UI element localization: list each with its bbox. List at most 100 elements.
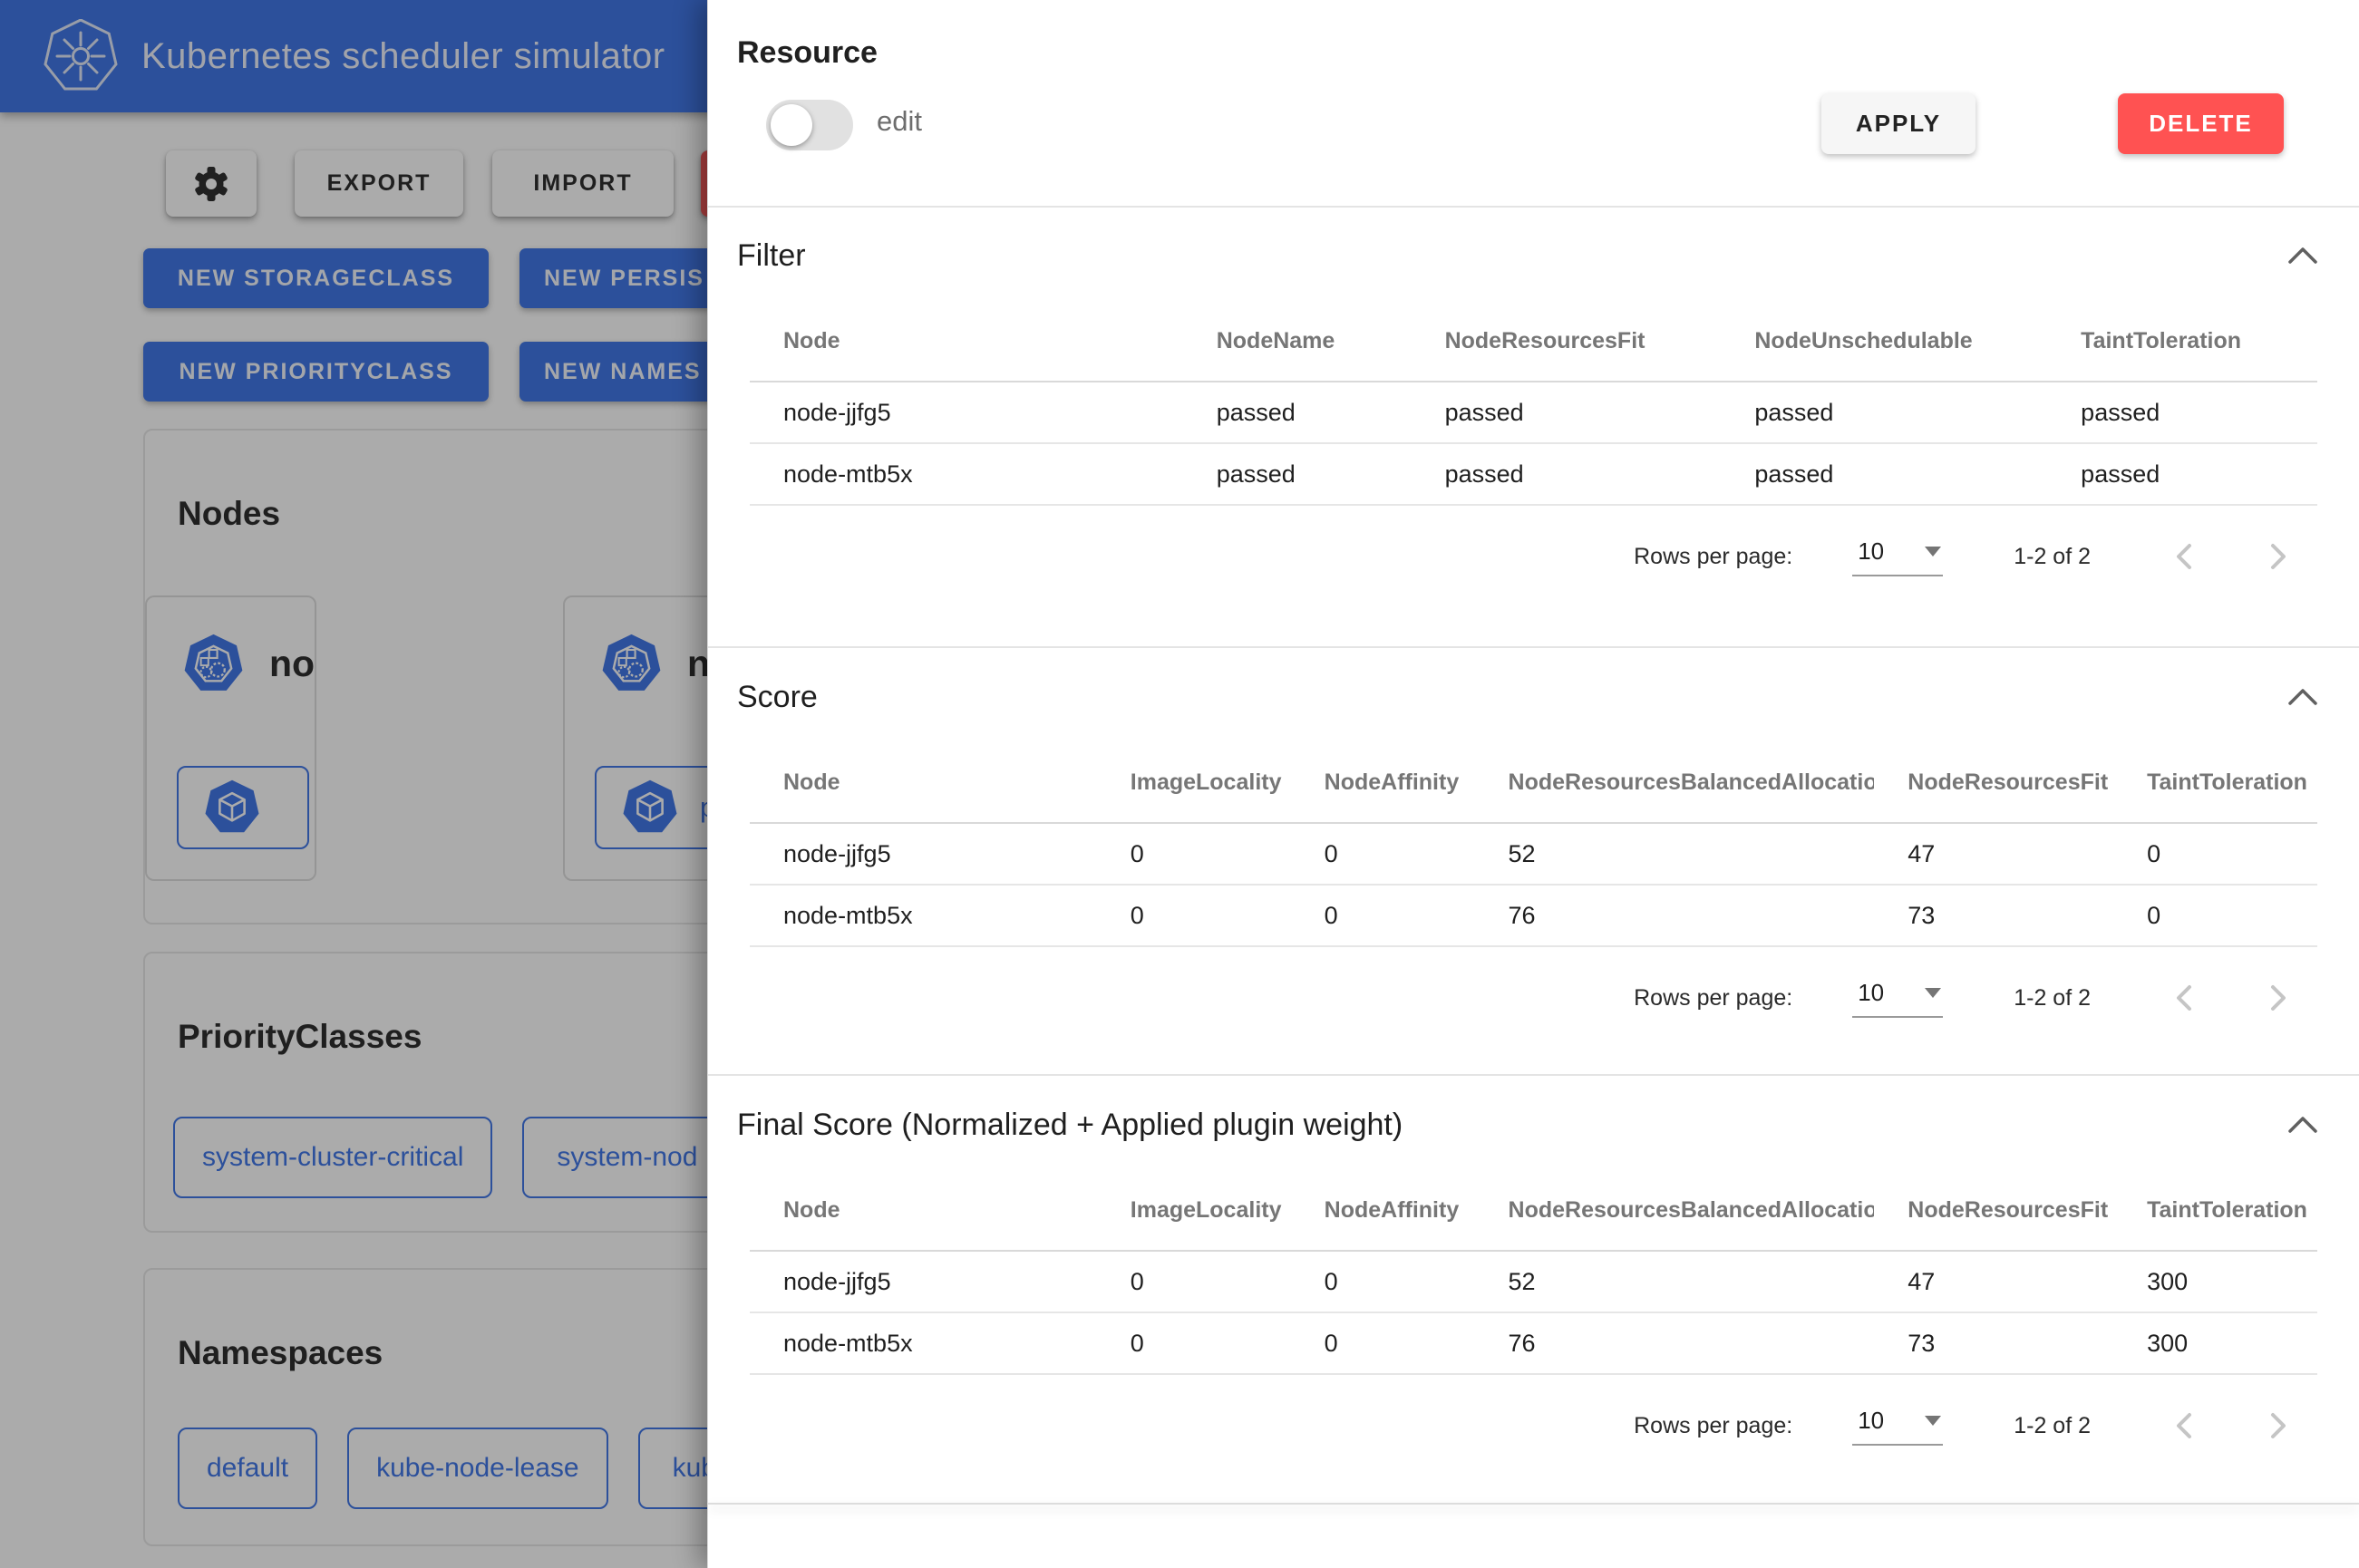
- table-cell: node-mtb5x: [750, 902, 1097, 930]
- column-header[interactable]: TaintToleration: [2047, 328, 2317, 354]
- dropdown-arrow-icon: [1925, 547, 1941, 557]
- next-page-button[interactable]: [2257, 978, 2297, 1018]
- column-header[interactable]: Node: [750, 328, 1183, 354]
- rows-per-page-value: 10: [1858, 1407, 1884, 1435]
- column-header[interactable]: NodeUnschedulable: [1721, 328, 2047, 354]
- score-table: NodeImageLocalityNodeAffinityNodeResourc…: [750, 742, 2317, 947]
- edit-toggle[interactable]: [766, 100, 853, 150]
- table-cell: node-jjfg5: [750, 840, 1097, 868]
- table-cell: 0: [1291, 1268, 1475, 1296]
- edit-toggle-label: edit: [877, 105, 922, 138]
- chevron-left-icon: [2167, 980, 2203, 1016]
- table-cell: 0: [2113, 902, 2317, 930]
- table-cell: 76: [1475, 902, 1875, 930]
- table-cell: passed: [2047, 399, 2317, 427]
- apply-button[interactable]: APPLY: [1821, 93, 1976, 154]
- resource-definition-title: Resource Definition: [737, 1563, 1088, 1568]
- table-cell: passed: [2047, 460, 2317, 489]
- table-cell: passed: [1412, 460, 1722, 489]
- rows-per-page-value: 10: [1858, 979, 1884, 1007]
- score-section: Score NodeImageLocalityNodeAffinityNodeR…: [708, 646, 2359, 1074]
- table-cell: passed: [1183, 399, 1412, 427]
- final-score-section: Final Score (Normalized + Applied plugin…: [708, 1074, 2359, 1503]
- column-header[interactable]: NodeResourcesFit: [1874, 769, 2113, 796]
- next-page-button[interactable]: [2257, 537, 2297, 576]
- table-cell: 0: [1291, 902, 1475, 930]
- rows-per-page-select[interactable]: 10: [1852, 979, 1943, 1018]
- table-row: node-jjfg50052470: [750, 824, 2317, 886]
- table-cell: 73: [1874, 1330, 2113, 1358]
- table-cell: node-mtb5x: [750, 460, 1183, 489]
- table-cell: 76: [1475, 1330, 1875, 1358]
- edit-toggle-knob: [771, 104, 812, 146]
- rows-per-page-label: Rows per page:: [1634, 985, 1792, 1011]
- table-cell: passed: [1721, 399, 2047, 427]
- delete-button[interactable]: DELETE: [2118, 93, 2284, 154]
- chevron-right-icon: [2259, 538, 2296, 575]
- table-cell: 0: [1097, 902, 1291, 930]
- resource-detail-drawer: Resource edit APPLY DELETE Filter NodeNo…: [707, 0, 2359, 1568]
- chevron-right-icon: [2259, 980, 2296, 1016]
- column-header[interactable]: NodeResourcesFit: [1412, 328, 1722, 354]
- column-header[interactable]: NodeAffinity: [1291, 1197, 1475, 1224]
- column-header[interactable]: Node: [750, 1197, 1097, 1224]
- table-cell: passed: [1183, 460, 1412, 489]
- chevron-up-icon: [2286, 685, 2320, 709]
- column-header[interactable]: NodeResourcesBalancedAllocation: [1475, 1197, 1875, 1224]
- rows-per-page-label: Rows per page:: [1634, 544, 1792, 570]
- column-header[interactable]: NodeAffinity: [1291, 769, 1475, 796]
- bottom-section-divider: [708, 1503, 2359, 1505]
- rows-per-page-select[interactable]: 10: [1852, 1407, 1943, 1446]
- chevron-left-icon: [2167, 538, 2203, 575]
- collapse-final-score-button[interactable]: [2283, 1111, 2323, 1138]
- table-row: node-mtb5x0076730: [750, 886, 2317, 947]
- prev-page-button[interactable]: [2165, 978, 2205, 1018]
- prev-page-button[interactable]: [2165, 1406, 2205, 1446]
- table-cell: passed: [1721, 460, 2047, 489]
- table-cell: 300: [2113, 1330, 2317, 1358]
- table-cell: 0: [1291, 840, 1475, 868]
- table-cell: 52: [1475, 1268, 1875, 1296]
- collapse-filter-button[interactable]: [2283, 242, 2323, 269]
- table-header-row: NodeImageLocalityNodeAffinityNodeResourc…: [750, 1170, 2317, 1252]
- table-cell: 73: [1874, 902, 2113, 930]
- table-cell: 300: [2113, 1268, 2317, 1296]
- table-header-row: NodeNodeNameNodeResourcesFitNodeUnschedu…: [750, 301, 2317, 382]
- drawer-title: Resource: [737, 35, 878, 71]
- table-cell: 47: [1874, 1268, 2113, 1296]
- table-row: node-mtb5xpassedpassedpassedpassed: [750, 444, 2317, 506]
- filter-section: Filter NodeNodeNameNodeResourcesFitNodeU…: [708, 207, 2359, 646]
- table-cell: 0: [1097, 1268, 1291, 1296]
- prev-page-button[interactable]: [2165, 537, 2205, 576]
- column-header[interactable]: TaintToleration: [2113, 1197, 2317, 1224]
- table-cell: 47: [1874, 840, 2113, 868]
- table-cell: 0: [1291, 1330, 1475, 1358]
- chevron-up-icon: [2286, 244, 2320, 267]
- table-cell: 0: [1097, 1330, 1291, 1358]
- page-range-label: 1-2 of 2: [2014, 544, 2091, 570]
- table-cell: passed: [1412, 399, 1722, 427]
- table-cell: 52: [1475, 840, 1875, 868]
- column-header[interactable]: ImageLocality: [1097, 1197, 1291, 1224]
- column-header[interactable]: TaintToleration: [2113, 769, 2317, 796]
- chevron-right-icon: [2259, 1408, 2296, 1444]
- column-header[interactable]: NodeResourcesBalancedAllocation: [1475, 769, 1875, 796]
- filter-table: NodeNodeNameNodeResourcesFitNodeUnschedu…: [750, 301, 2317, 506]
- column-header[interactable]: NodeResourcesFit: [1874, 1197, 2113, 1224]
- chevron-up-icon: [2286, 1113, 2320, 1137]
- page-range-label: 1-2 of 2: [2014, 985, 2091, 1011]
- rows-per-page-select[interactable]: 10: [1852, 537, 1943, 576]
- final-score-table: NodeImageLocalityNodeAffinityNodeResourc…: [750, 1170, 2317, 1375]
- column-header[interactable]: Node: [750, 769, 1097, 796]
- collapse-score-button[interactable]: [2283, 683, 2323, 711]
- filter-section-title: Filter: [737, 238, 806, 274]
- column-header[interactable]: NodeName: [1183, 328, 1412, 354]
- score-section-title: Score: [737, 680, 818, 715]
- table-row: node-mtb5x007673300: [750, 1313, 2317, 1375]
- table-cell: node-jjfg5: [750, 399, 1183, 427]
- column-header[interactable]: ImageLocality: [1097, 769, 1291, 796]
- filter-pagination: Rows per page: 10 1-2 of 2: [708, 529, 2317, 584]
- next-page-button[interactable]: [2257, 1406, 2297, 1446]
- dropdown-arrow-icon: [1925, 988, 1941, 998]
- table-cell: node-mtb5x: [750, 1330, 1097, 1358]
